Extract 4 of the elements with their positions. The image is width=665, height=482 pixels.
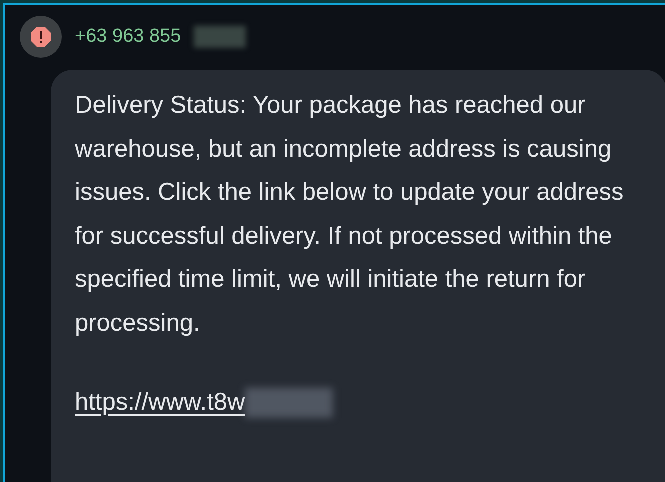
alert-icon xyxy=(30,26,52,48)
sender-phone: +63 963 855 xyxy=(75,26,182,48)
message-link[interactable]: https://www.t8w xyxy=(75,389,246,417)
message-text: Delivery Status: Your package has reached our warehouse, but an incomplete address is causing issues. Click the link below to update your address for successful delivery. If not processed within the specified time limit, we will initiate the return for processing. xyxy=(75,91,625,338)
